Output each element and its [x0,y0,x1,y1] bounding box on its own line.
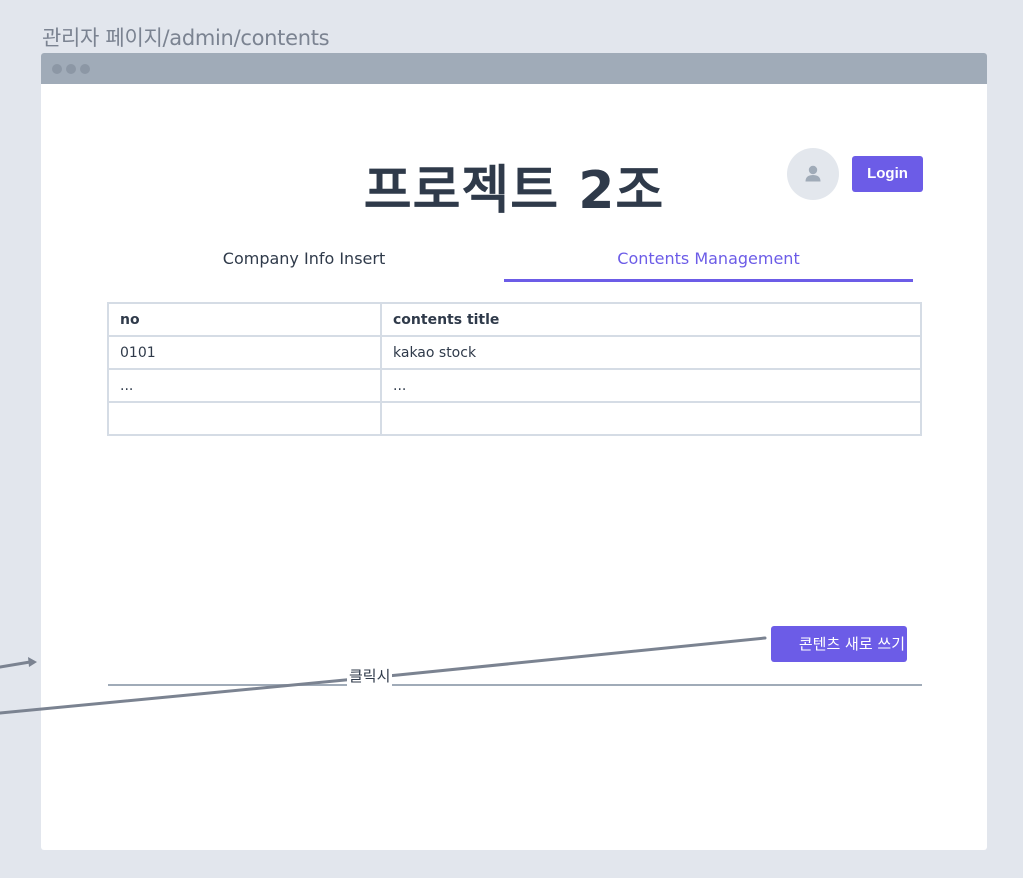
flow-connector-overlay [0,636,767,715]
click-annotation-label: 클릭시 [347,665,393,686]
arrow-head-icon [28,657,37,667]
arrow-right-icon [0,660,32,669]
